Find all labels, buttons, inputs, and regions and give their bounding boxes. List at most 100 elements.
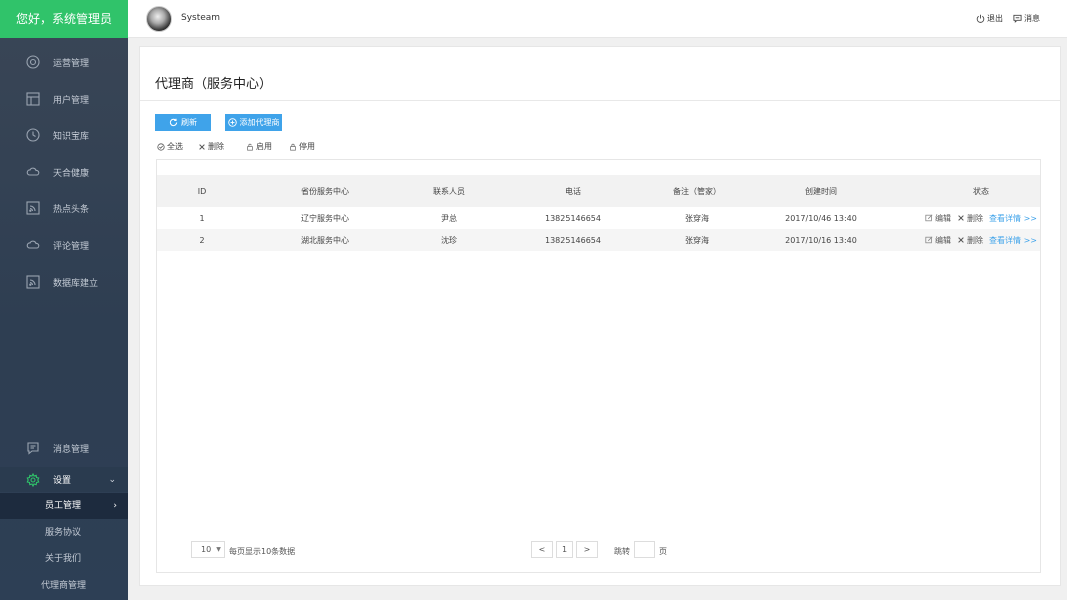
column-header: 状态 (973, 186, 989, 196)
sidebar-item-database[interactable]: 数据库建立 (0, 267, 128, 297)
column-header: 备注（管家） (673, 186, 721, 196)
unlock-icon (247, 143, 253, 151)
delete-label: 删除 (967, 213, 984, 223)
top-header: Systeam 退出 消息 (128, 0, 1067, 38)
sidebar-subitem-about[interactable]: 关于我们 (0, 546, 128, 572)
delete-button[interactable]: 删除 (957, 235, 983, 246)
jump-label: 跳转 (614, 547, 630, 556)
sidebar-item-comments[interactable]: 评论管理 (0, 230, 128, 260)
select-all-label: 全选 (167, 142, 183, 151)
select-all-button[interactable]: 全选 (157, 141, 183, 152)
bulk-delete-label: 删除 (208, 142, 224, 151)
column-header: 电话 (565, 186, 581, 196)
table-header: ID 省份服务中心 联系人员 电话 备注（管家） 创建时间 状态 (157, 175, 1040, 207)
sidebar-item-label: 用户管理 (53, 95, 90, 106)
add-agent-button[interactable]: 添加代理商 (225, 114, 282, 131)
rss-icon (26, 201, 40, 215)
sidebar-item-operations[interactable]: 运营管理 (0, 47, 128, 77)
avatar[interactable] (146, 6, 172, 32)
sidebar-item-label: 评论管理 (53, 241, 90, 252)
page-number-button[interactable]: 1 (556, 541, 573, 558)
main-card: 代理商（服务中心） 刷新 添加代理商 全选 删除 启用 停用 ID 省份服务中心… (139, 46, 1061, 586)
page-size-value: 10 (201, 545, 212, 554)
row-actions: 编辑 删除 查看详情 >> (925, 207, 1037, 229)
agent-table: ID 省份服务中心 联系人员 电话 备注（管家） 创建时间 状态 1 辽宁服务中… (156, 159, 1041, 573)
jump-page-input[interactable] (634, 541, 655, 558)
enable-label: 启用 (256, 142, 272, 151)
sidebar-item-users[interactable]: 用户管理 (0, 84, 128, 114)
target-icon (26, 55, 40, 69)
brand-greeting: 您好，系统管理员 (0, 0, 128, 38)
view-detail-link[interactable]: 查看详情 >> (989, 213, 1037, 224)
sidebar-subitem-staff[interactable]: 员工管理 › (0, 493, 128, 519)
page-number: 1 (561, 545, 568, 554)
cell-note: 张穿海 (685, 213, 709, 223)
bulk-delete-button[interactable]: 删除 (198, 141, 224, 152)
delete-label: 删除 (967, 235, 984, 245)
sidebar-subitem-agreement[interactable]: 服务协议 (0, 520, 128, 546)
sidebar-subitem-agents[interactable]: 代理商管理 (0, 573, 128, 599)
header-actions: 退出 消息 (976, 13, 1040, 24)
cell-contact: 尹总 (441, 213, 457, 223)
sidebar-item-headlines[interactable]: 热点头条 (0, 193, 128, 223)
disable-label: 停用 (299, 142, 315, 151)
gear-icon (26, 472, 40, 487)
chevron-right-icon: > (583, 545, 591, 554)
chat-icon (26, 441, 40, 455)
page-size-select[interactable]: 10 ▼ (191, 541, 225, 558)
cell-created: 2017/10/16 13:40 (785, 235, 857, 245)
sidebar-item-label: 数据库建立 (53, 278, 99, 289)
sidebar-subitem-label: 关于我们 (45, 554, 82, 564)
power-icon (976, 14, 985, 23)
close-icon (199, 143, 205, 150)
lock-icon (290, 143, 296, 151)
page-unit: 页 (659, 547, 667, 556)
caret-down-icon: ▼ (216, 546, 221, 553)
settings-label: 设置 (53, 476, 72, 486)
edit-button[interactable]: 编辑 (925, 213, 951, 224)
column-header: 创建时间 (805, 186, 837, 196)
table-row: 1 辽宁服务中心 尹总 13825146654 张穿海 2017/10/46 1… (157, 207, 1040, 229)
enable-button[interactable]: 启用 (246, 141, 272, 152)
refresh-button[interactable]: 刷新 (155, 114, 211, 131)
cloud-icon (26, 165, 40, 179)
check-circle-icon (157, 142, 165, 151)
edit-label: 编辑 (935, 235, 952, 245)
cell-phone: 13825146654 (545, 235, 601, 245)
cell-id: 1 (199, 213, 205, 223)
prev-page-button[interactable]: < (531, 541, 553, 558)
view-detail-link[interactable]: 查看详情 >> (989, 235, 1037, 246)
edit-icon (925, 214, 933, 222)
sidebar-item-messages[interactable]: 消息管理 (0, 433, 128, 463)
disable-button[interactable]: 停用 (289, 141, 315, 152)
sidebar-item-label: 热点头条 (53, 204, 90, 215)
chevron-right-icon: › (113, 501, 117, 511)
column-header: 联系人员 (433, 186, 465, 196)
sidebar-subitem-label: 服务协议 (45, 528, 82, 538)
cloud-icon (26, 238, 40, 252)
sidebar-item-health[interactable]: 天合健康 (0, 157, 128, 187)
cell-center: 湖北服务中心 (301, 235, 349, 245)
message-icon (1013, 14, 1022, 23)
sidebar-subitem-label: 代理商管理 (41, 581, 87, 591)
messages-button[interactable]: 消息 (1013, 13, 1040, 24)
row-actions: 编辑 删除 查看详情 >> (925, 229, 1037, 251)
sidebar-subitem-label: 员工管理 (45, 501, 82, 511)
sidebar-item-label: 知识宝库 (53, 131, 90, 142)
cell-center: 辽宁服务中心 (301, 213, 349, 223)
sidebar-item-knowledge[interactable]: 知识宝库 (0, 120, 128, 150)
sidebar-item-settings[interactable]: 设置 ⌄ (0, 467, 128, 492)
add-agent-label: 添加代理商 (239, 118, 280, 127)
sidebar: 您好，系统管理员 运营管理 用户管理 知识宝库 天合健康 热点头条 评论管理 数… (0, 0, 128, 600)
logout-button[interactable]: 退出 (976, 13, 1003, 24)
sidebar-item-label: 消息管理 (53, 444, 90, 455)
sidebar-item-label: 运营管理 (53, 58, 90, 69)
close-icon (958, 237, 964, 243)
chevron-left-icon: < (538, 545, 546, 554)
close-icon (958, 215, 964, 221)
delete-button[interactable]: 删除 (957, 213, 983, 224)
chevron-down-icon: ⌄ (108, 474, 116, 485)
cell-id: 2 (199, 235, 205, 245)
edit-button[interactable]: 编辑 (925, 235, 951, 246)
next-page-button[interactable]: > (576, 541, 598, 558)
